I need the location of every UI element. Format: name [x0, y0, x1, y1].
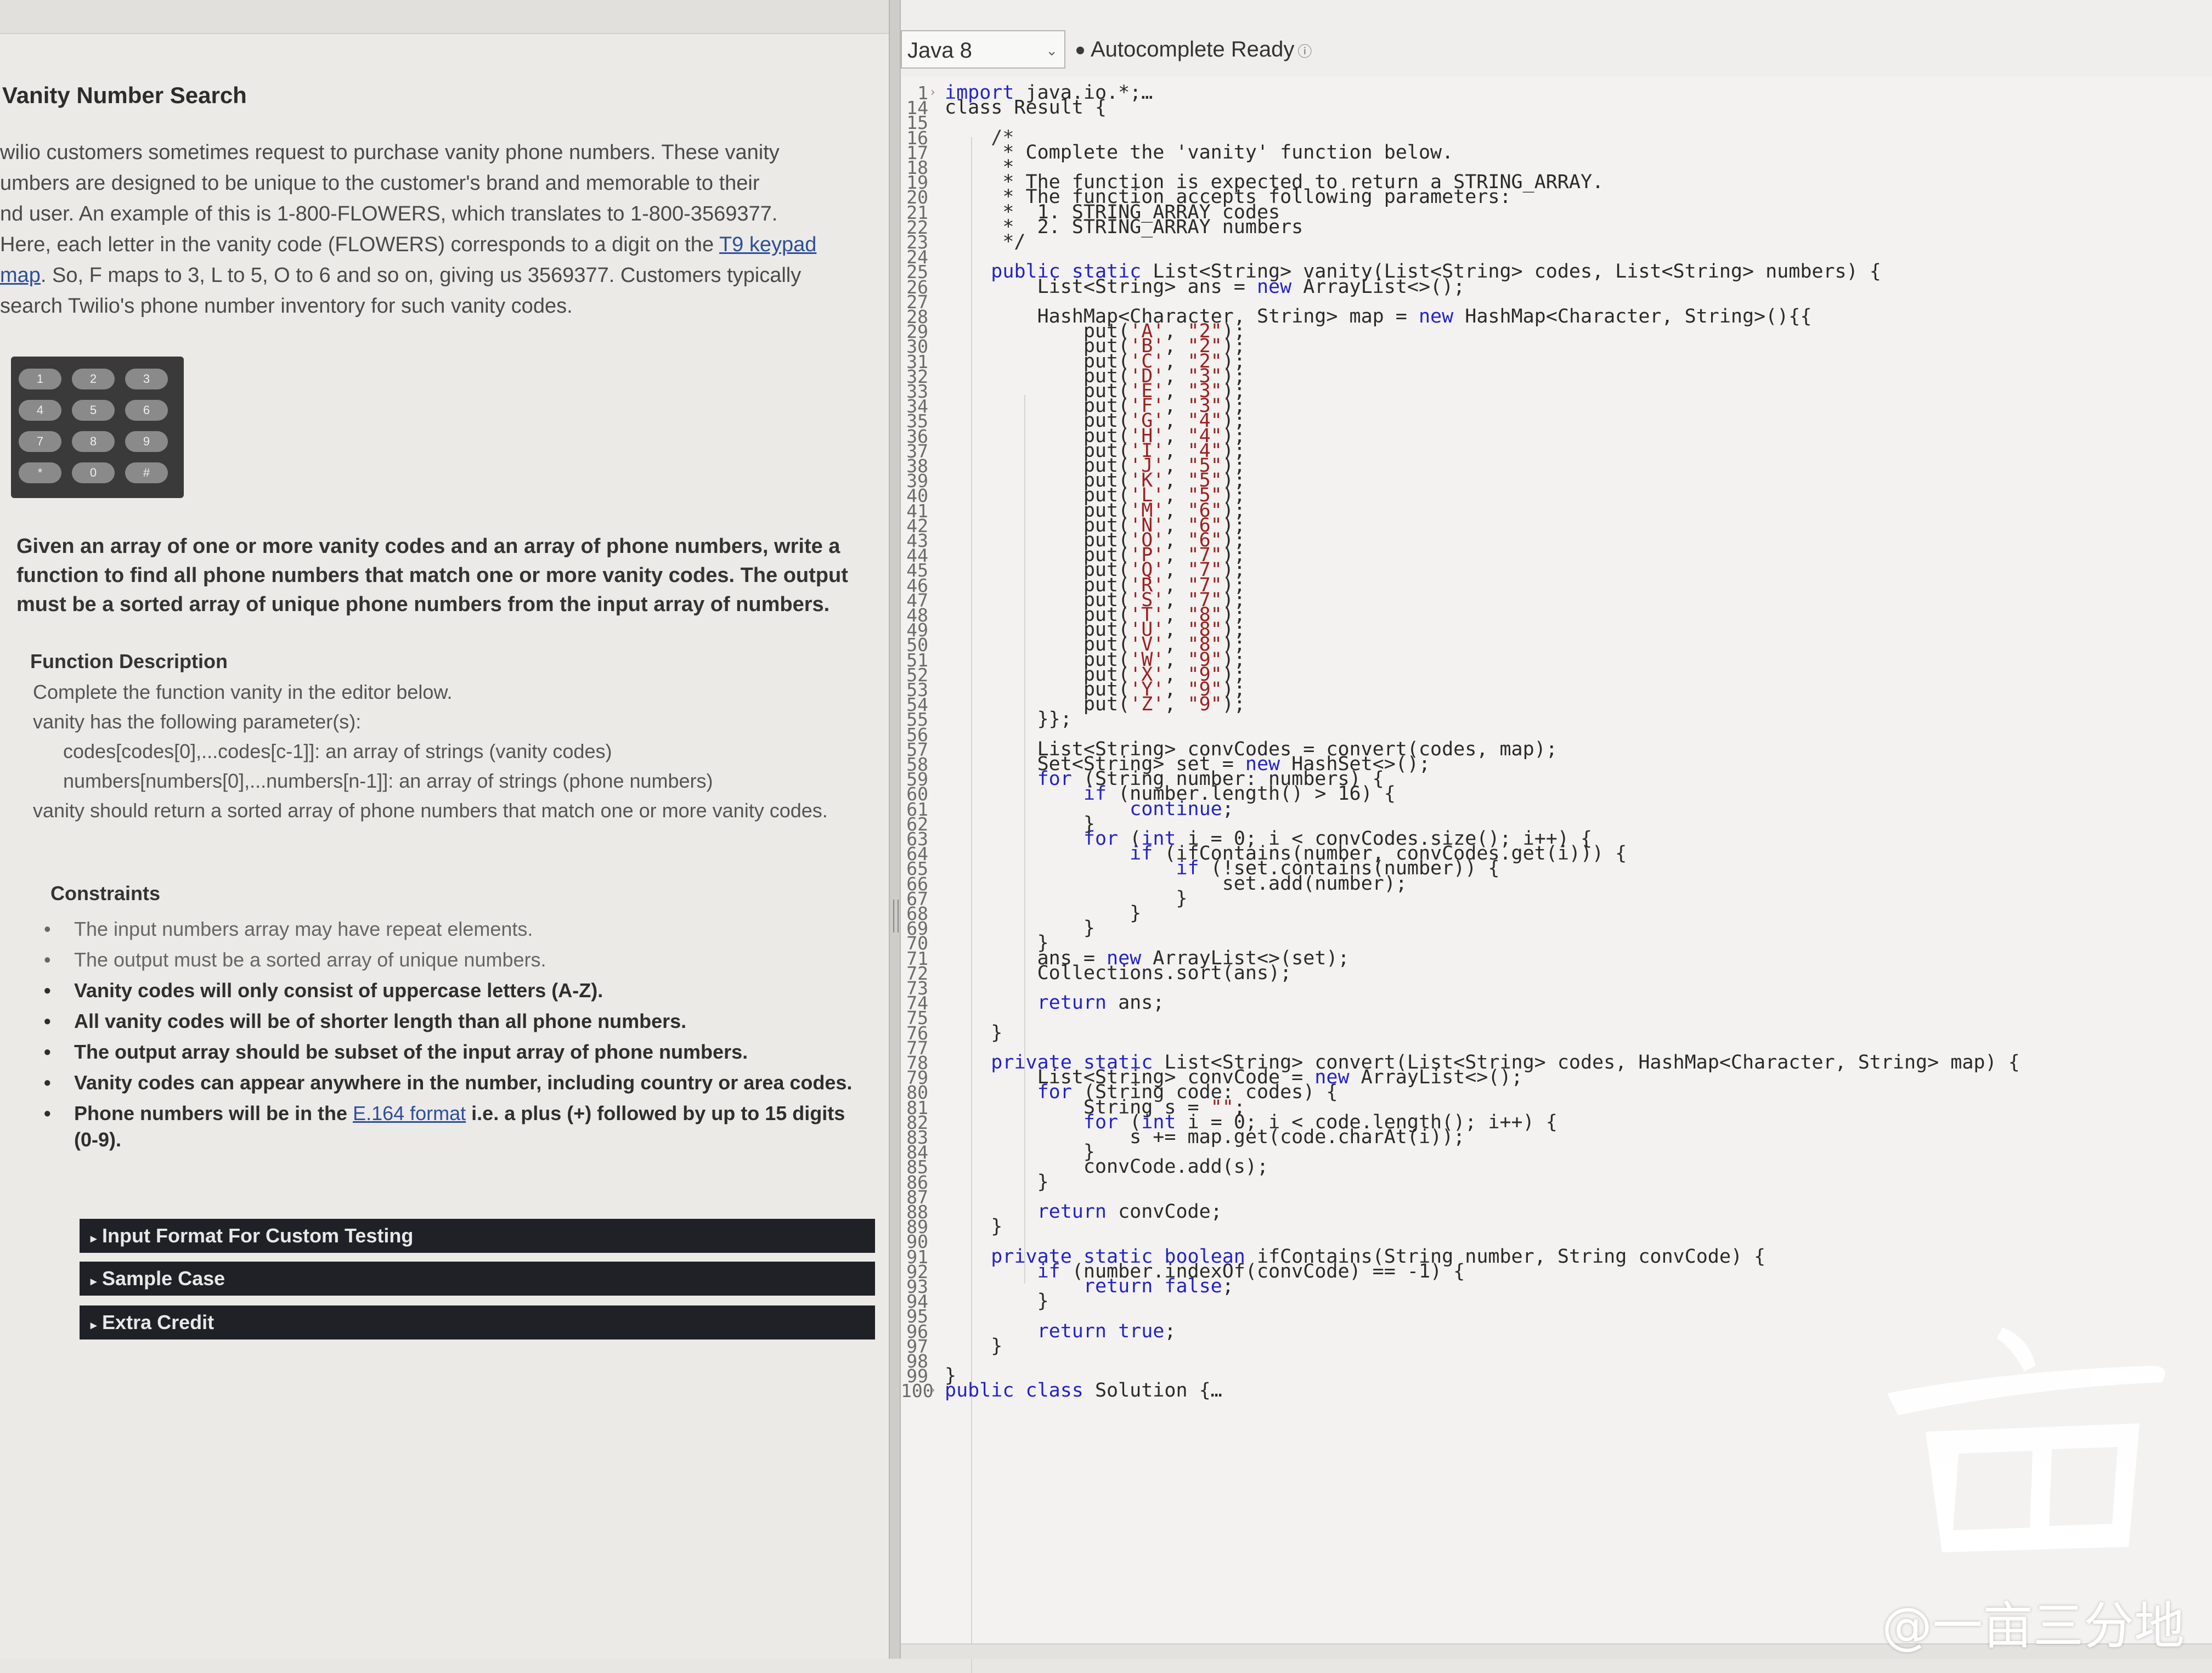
constraint-item: All vanity codes will be of shorter leng…	[44, 1008, 867, 1035]
keypad-key: #	[125, 462, 168, 483]
constraint-item: The output array should be subset of the…	[44, 1039, 867, 1065]
function-description-heading: Function Description	[30, 650, 228, 672]
t9-keypad-map-link[interactable]: map	[0, 264, 41, 287]
keypad-key: 1	[19, 369, 61, 389]
code-line[interactable]: }	[945, 1217, 1002, 1236]
intro-line: wilio customers sometimes request to pur…	[0, 137, 872, 168]
code-line[interactable]: Collections.sort(ans);	[945, 963, 1292, 983]
language-select[interactable]: Java 8 ⌄	[901, 30, 1065, 69]
code-line[interactable]: }	[945, 1336, 1002, 1356]
constraints-heading: Constraints	[50, 882, 161, 905]
section-label: Extra Credit	[102, 1311, 215, 1333]
intro-text: nd user. An example of this is 1-800-FLO…	[0, 202, 778, 225]
code-line[interactable]: */	[945, 233, 1025, 252]
intro-line: map. So, F maps to 3, L to 5, O to 6 and…	[0, 260, 872, 291]
keypad-key: 9	[125, 431, 168, 452]
keypad-key: 3	[125, 369, 168, 389]
e164-format-link[interactable]: E.164 format	[353, 1102, 466, 1124]
keypad-key: *	[19, 462, 61, 483]
keypad-key: 0	[72, 462, 115, 483]
function-description-line: vanity should return a sorted array of p…	[33, 799, 828, 822]
constraint-item: Vanity codes will only consist of upperc…	[44, 977, 867, 1004]
function-description: Complete the function vanity in the edit…	[33, 677, 878, 826]
code-line[interactable]: * Complete the 'vanity' function below.	[945, 143, 1453, 162]
constraint-text: Phone numbers will be in the	[74, 1102, 353, 1124]
fold-arrow-icon[interactable]: ›	[930, 1383, 935, 1397]
info-icon[interactable]: ⓘ	[1297, 43, 1312, 60]
expand-arrow-icon: ▸	[91, 1274, 97, 1288]
intro-text: wilio customers sometimes request to pur…	[0, 141, 780, 164]
function-description-line: vanity has the following parameter(s):	[33, 710, 362, 733]
chevron-down-icon: ⌄	[1046, 42, 1058, 59]
constraints-list: The input numbers array may have repeat …	[44, 916, 867, 1157]
section-label: Input Format For Custom Testing	[102, 1224, 414, 1247]
intro-text: search Twilio's phone number inventory f…	[0, 295, 573, 318]
line-number: 100	[901, 1380, 934, 1402]
intro-text: umbers are designed to be unique to the …	[0, 172, 760, 195]
intro-line: nd user. An example of this is 1-800-FLO…	[0, 199, 872, 229]
function-description-line: codes[codes[0],...codes[c-1]]: an array …	[63, 740, 612, 762]
code-line[interactable]: }	[945, 1023, 1002, 1043]
constraint-item: Vanity codes can appear anywhere in the …	[44, 1070, 867, 1096]
problem-top-bar	[0, 0, 889, 34]
constraint-item: The input numbers array may have repeat …	[44, 916, 867, 942]
section-input-format[interactable]: ▸ Input Format For Custom Testing	[80, 1219, 875, 1253]
fold-arrow-icon[interactable]: ›	[930, 86, 935, 99]
problem-title: Vanity Number Search	[2, 82, 247, 108]
problem-panel: Vanity Number Search wilio customers som…	[0, 0, 889, 1659]
keypad-key: 4	[19, 400, 61, 421]
section-label: Sample Case	[102, 1267, 225, 1290]
autocomplete-status: Autocomplete Ready ⓘ	[1076, 30, 1312, 69]
expand-arrow-icon: ▸	[91, 1231, 97, 1245]
code-line[interactable]: List<String> ans = new ArrayList<>();	[945, 277, 1465, 297]
keypad-key: 2	[72, 369, 115, 389]
intro-text: Here, each letter in the vanity code (FL…	[0, 233, 719, 256]
code-line[interactable]: }	[945, 1172, 1049, 1192]
intro-line: search Twilio's phone number inventory f…	[0, 291, 872, 321]
section-extra-credit[interactable]: ▸ Extra Credit	[80, 1305, 875, 1339]
problem-intro: wilio customers sometimes request to pur…	[0, 137, 872, 321]
intro-line: Here, each letter in the vanity code (FL…	[0, 229, 872, 260]
status-dot-icon	[1076, 47, 1084, 55]
watermark-text: @一亩三分地	[1882, 1597, 2185, 1655]
t9-keypad-image: 1 2 3 4 5 6 7 8 9 * 0 #	[11, 357, 184, 498]
watermark-logo	[1887, 1327, 2165, 1552]
t9-keypad-map-link[interactable]: T9 keypad	[719, 233, 816, 256]
code-line[interactable]: public class Solution {…	[945, 1381, 1222, 1400]
resize-grip-icon	[893, 900, 899, 932]
keypad-key: 7	[19, 431, 61, 452]
code-line[interactable]: class Result {	[945, 98, 1107, 117]
language-value: Java 8	[907, 38, 972, 63]
constraint-item: Phone numbers will be in the E.164 forma…	[44, 1100, 867, 1153]
constraint-item: The output must be a sorted array of uni…	[44, 947, 867, 973]
intro-text: . So, F maps to 3, L to 5, O to 6 and so…	[40, 264, 802, 287]
autocomplete-status-text: Autocomplete Ready	[1091, 37, 1295, 61]
keypad-key: 5	[72, 400, 115, 421]
code-line[interactable]: }};	[945, 710, 1072, 729]
code-line[interactable]: }	[945, 1292, 1049, 1311]
editor-toolbar: Java 8 ⌄ Autocomplete Ready ⓘ	[901, 0, 2212, 77]
intro-line: umbers are designed to be unique to the …	[0, 168, 872, 199]
problem-statement: Given an array of one or more vanity cod…	[16, 535, 848, 616]
function-description-line: Complete the function vanity in the edit…	[33, 681, 453, 703]
expand-arrow-icon: ▸	[91, 1318, 97, 1332]
code-line[interactable]: return ans;	[945, 993, 1165, 1013]
panel-resize-divider[interactable]	[889, 0, 901, 1659]
keypad-key: 6	[125, 400, 168, 421]
function-description-line: numbers[numbers[0],...numbers[n-1]]: an …	[63, 770, 713, 792]
keypad-key: 8	[72, 431, 115, 452]
section-sample-case[interactable]: ▸ Sample Case	[80, 1262, 875, 1296]
